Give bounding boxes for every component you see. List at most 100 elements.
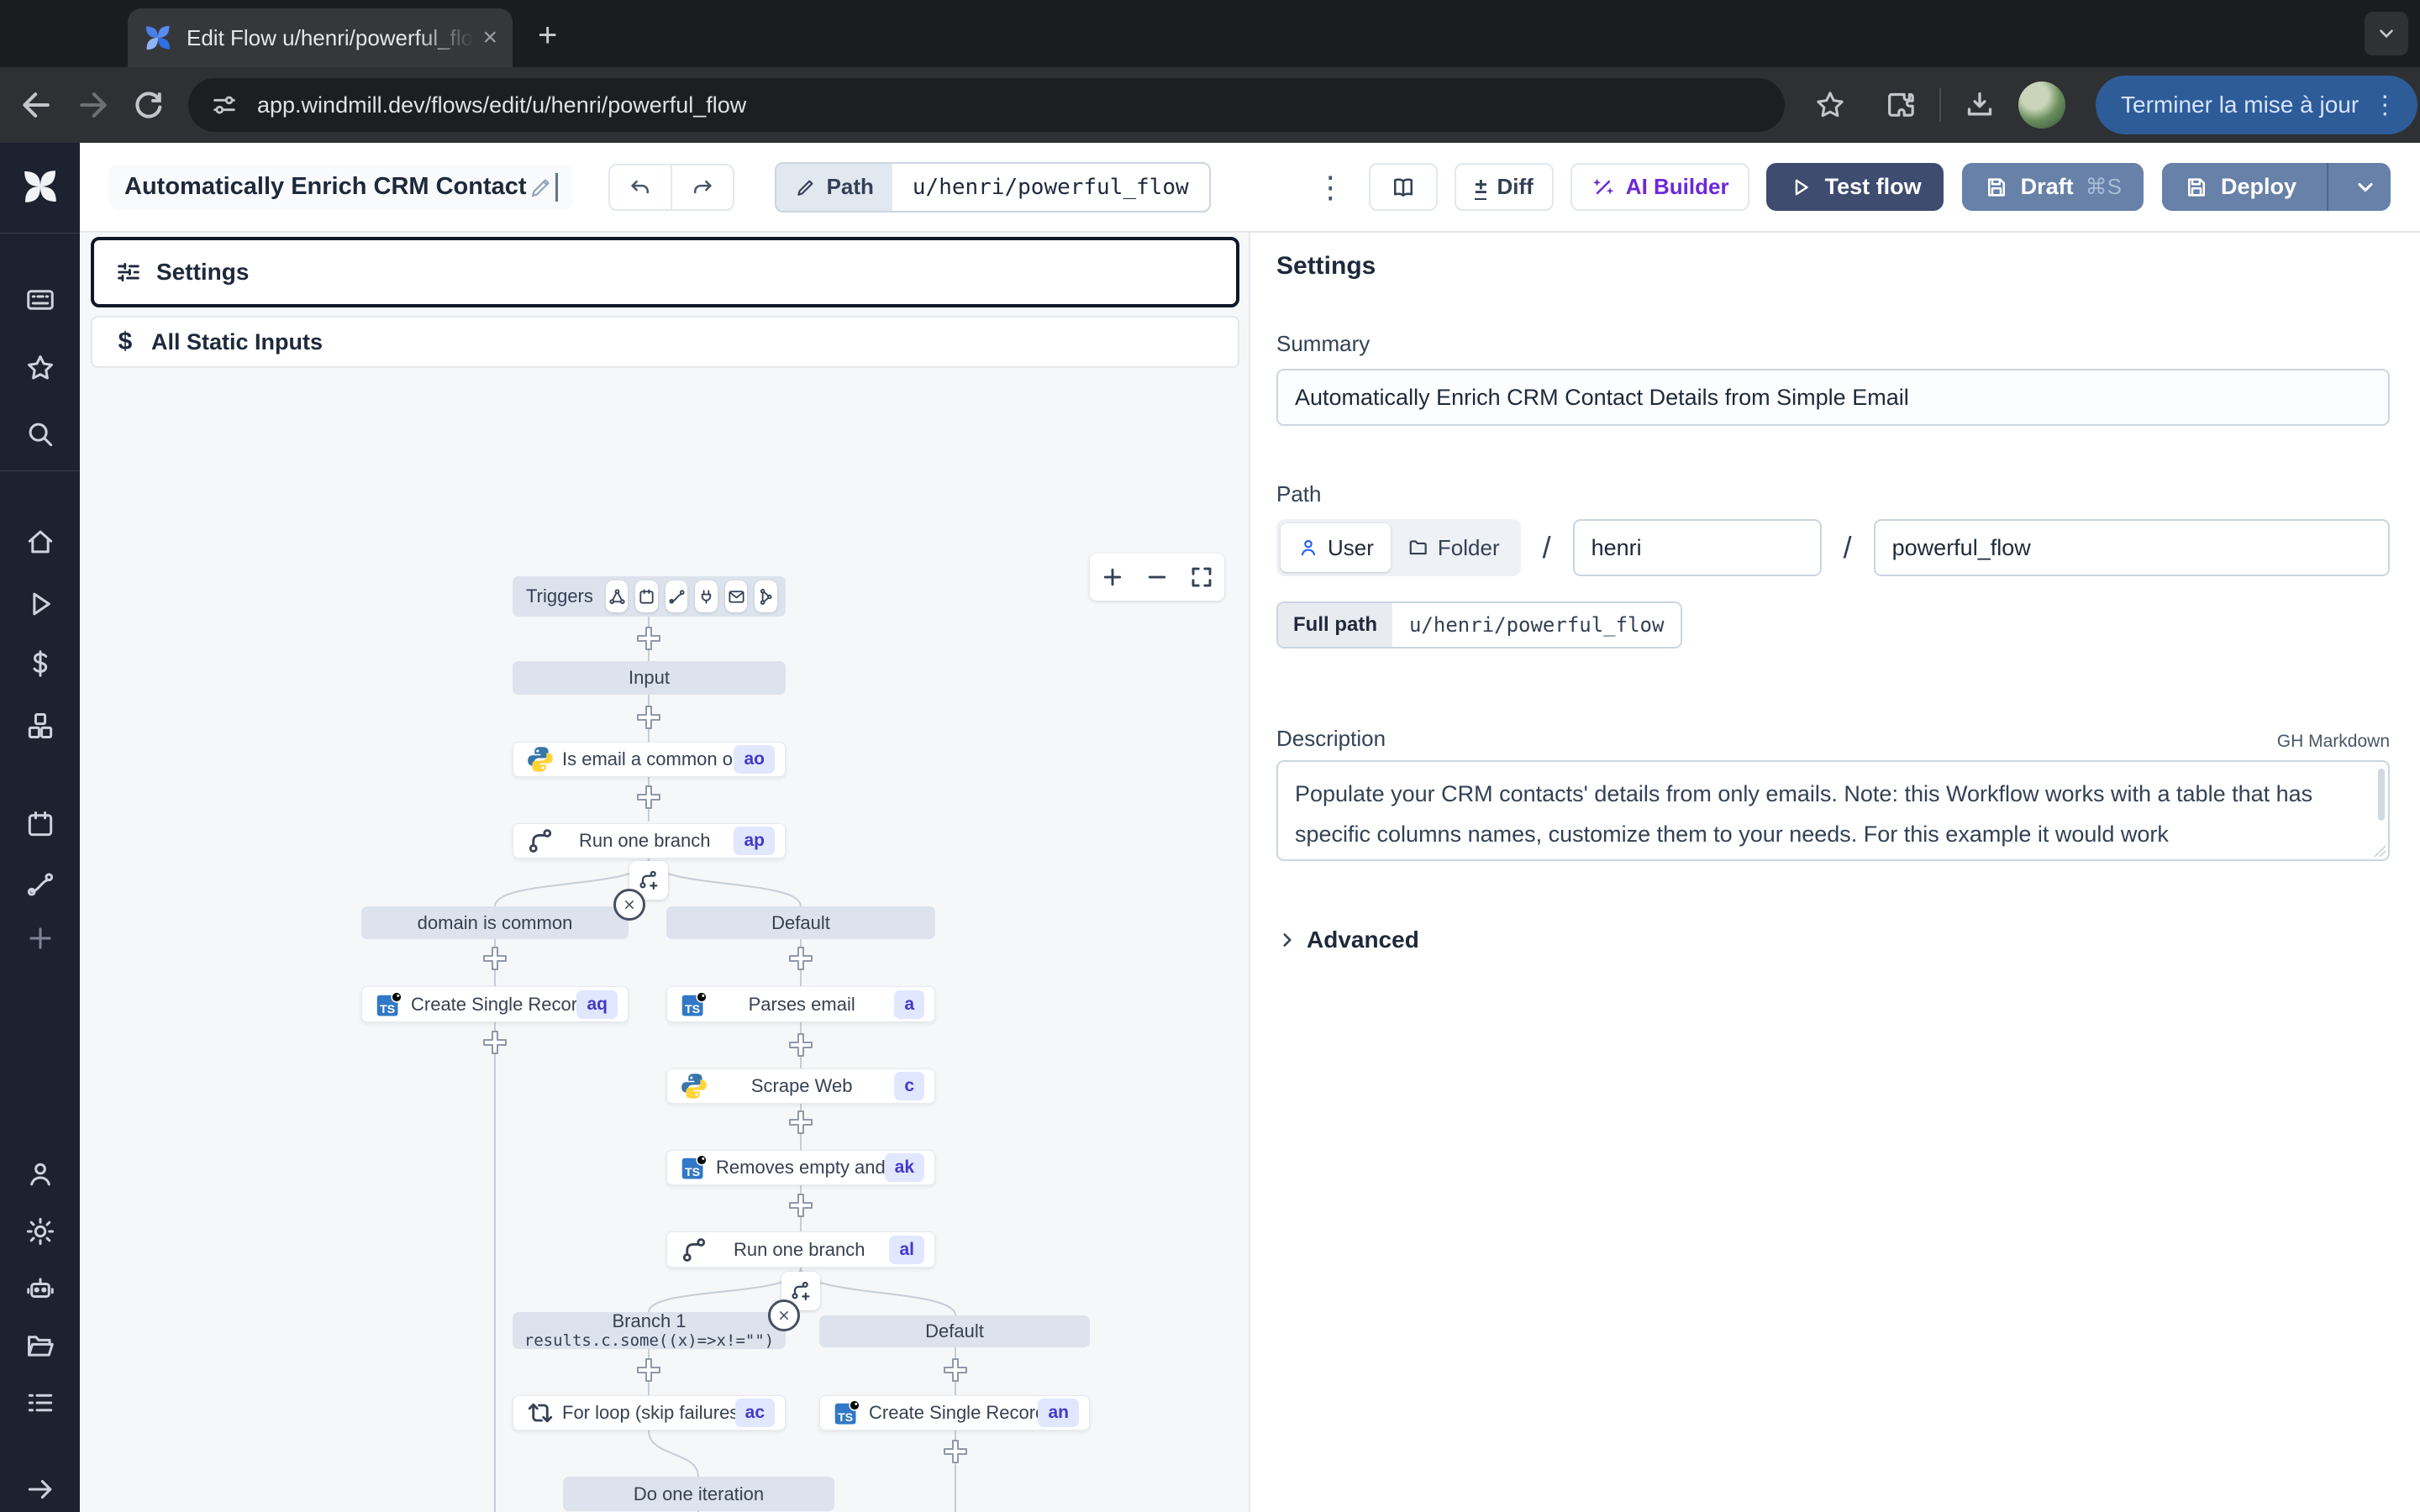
insert-step-plus-button[interactable] xyxy=(634,623,664,654)
flow-canvas[interactable]: Triggers Input Is email a common one?ao Run… xyxy=(80,375,1249,1512)
flow-node[interactable]: Branch 1results.c.some((x)=>x!="") xyxy=(513,1312,786,1349)
insert-step-plus-button[interactable] xyxy=(634,702,664,732)
path-user-input[interactable]: henri xyxy=(1573,519,1822,576)
sidebar-favorites-star-icon[interactable] xyxy=(24,352,56,384)
url-bar[interactable]: app.windmill.dev/flows/edit/u/henri/powe… xyxy=(188,78,1785,132)
insert-step-plus-button[interactable] xyxy=(786,1107,816,1137)
sidebar-add-plus-icon[interactable] xyxy=(24,922,56,954)
flow-node[interactable]: Triggers xyxy=(513,576,786,617)
extensions-puzzle-icon[interactable] xyxy=(1884,88,1918,122)
insert-step-plus-button[interactable] xyxy=(634,782,664,812)
insert-step-plus-button[interactable] xyxy=(786,1190,816,1221)
insert-step-plus-button[interactable] xyxy=(480,1027,510,1058)
flow-node[interactable]: Default xyxy=(666,906,935,939)
sidebar-ai-robot-icon[interactable] xyxy=(24,1273,56,1305)
markdown-hint: GH Markdown xyxy=(2277,732,2390,752)
scrollbar[interactable] xyxy=(2378,769,2385,821)
sidebar-logs-list-icon[interactable] xyxy=(24,1387,56,1419)
reload-icon[interactable] xyxy=(129,87,166,123)
node-id-badge: ak xyxy=(885,1153,924,1182)
back-icon[interactable] xyxy=(18,87,55,123)
insert-step-plus-button[interactable] xyxy=(480,943,510,974)
insert-step-plus-button[interactable] xyxy=(786,1030,816,1060)
node-label: Branch 1 xyxy=(612,1310,686,1331)
zoom-in-icon[interactable] xyxy=(1100,564,1125,590)
path-name-input[interactable]: powerful_flow xyxy=(1874,519,2390,576)
flow-node[interactable]: Default xyxy=(819,1315,1090,1347)
sidebar-expand-arrow-icon[interactable] xyxy=(24,1473,56,1505)
sidebar-settings-gear-icon[interactable] xyxy=(24,1215,56,1247)
route-icon[interactable] xyxy=(666,580,688,612)
flow-node[interactable]: Is email a common one?ao xyxy=(513,742,786,777)
insert-step-plus-button[interactable] xyxy=(940,1436,971,1467)
docs-book-button[interactable] xyxy=(1369,163,1438,211)
flow-node[interactable]: TSCreate Single Record (Airtable)an xyxy=(819,1395,1090,1431)
redo-button[interactable] xyxy=(671,165,733,209)
advanced-toggle[interactable]: Advanced xyxy=(1276,927,2390,953)
flow-node[interactable]: Input xyxy=(513,661,786,695)
branch-icon xyxy=(525,826,555,856)
sidebar-triggers-route-icon[interactable] xyxy=(24,869,56,900)
remove-branch-button[interactable] xyxy=(768,1299,800,1331)
forward-icon[interactable] xyxy=(74,87,111,123)
windmill-logo[interactable] xyxy=(20,166,60,207)
bookmark-star-icon[interactable] xyxy=(1813,88,1847,122)
chrome-update-button[interactable]: Terminer la mise à jour⋮ xyxy=(2096,76,2417,134)
summary-input[interactable]: Automatically Enrich CRM Contact Details… xyxy=(1276,369,2390,426)
flow-node[interactable]: Run one branchal xyxy=(666,1231,935,1268)
sidebar-resources-cubes-icon[interactable] xyxy=(24,710,56,742)
flow-node[interactable]: TSParses emaila xyxy=(666,986,935,1022)
settings-card[interactable]: Settings xyxy=(91,237,1239,307)
flow-title[interactable]: Automatically Enrich CRM Contact xyxy=(109,165,573,210)
folder-toggle[interactable]: Folder xyxy=(1391,523,1517,572)
path-chip[interactable]: Path u/henri/powerful_flow xyxy=(775,162,1211,213)
flow-node[interactable]: TSCreate Single Record (Airtable)aq xyxy=(361,986,629,1022)
flow-node[interactable]: For loop (skip failures)ac xyxy=(513,1395,786,1431)
zoom-out-icon[interactable] xyxy=(1144,564,1170,590)
remove-branch-button[interactable] xyxy=(613,889,645,921)
tab-search-chevron-icon[interactable] xyxy=(2365,12,2408,55)
undo-button[interactable] xyxy=(610,165,671,209)
site-controls-icon[interactable] xyxy=(210,91,239,119)
new-tab-button[interactable]: + xyxy=(538,18,557,52)
profile-avatar[interactable] xyxy=(2018,81,2065,129)
download-icon[interactable] xyxy=(1963,88,1996,122)
deploy-button[interactable]: Deploy xyxy=(2162,163,2391,211)
fit-view-icon[interactable] xyxy=(1189,564,1214,590)
sidebar-variables-dollar-icon[interactable] xyxy=(24,648,56,680)
resize-handle[interactable] xyxy=(2374,845,2386,857)
sidebar-runs-play-icon[interactable] xyxy=(24,588,56,620)
sidebar-search-icon[interactable] xyxy=(24,418,56,450)
node-label: Removes empty and duplicates xyxy=(709,1157,885,1179)
user-toggle[interactable]: User xyxy=(1281,523,1391,572)
sidebar-account-user-icon[interactable] xyxy=(24,1158,56,1190)
description-textarea[interactable]: Populate your CRM contacts' details from… xyxy=(1276,760,2390,861)
sidebar-folders-icon[interactable] xyxy=(24,1330,56,1362)
insert-step-plus-button[interactable] xyxy=(786,943,816,974)
kafka-icon[interactable] xyxy=(755,580,777,612)
tab-close-icon[interactable]: × xyxy=(482,24,497,52)
sidebar-workspace-icon[interactable] xyxy=(24,284,56,316)
webhook-icon[interactable] xyxy=(606,580,629,612)
flow-node[interactable]: Scrape Webc xyxy=(666,1068,935,1104)
schedule-icon[interactable] xyxy=(635,580,658,612)
flow-node[interactable]: Run one branchap xyxy=(513,823,786,858)
flow-node[interactable]: Do one iteration xyxy=(563,1477,834,1511)
insert-step-plus-button[interactable] xyxy=(940,1355,971,1385)
sidebar-home-icon[interactable] xyxy=(24,526,56,558)
diff-button[interactable]: ±Diff xyxy=(1455,163,1554,211)
email-icon[interactable] xyxy=(725,580,748,612)
all-static-inputs-card[interactable]: $ All Static Inputs xyxy=(91,316,1239,368)
sidebar-schedules-calendar-icon[interactable] xyxy=(24,808,56,840)
deploy-dropdown-chevron-icon[interactable] xyxy=(2340,176,2391,199)
draft-button[interactable]: Draft⌘S xyxy=(1962,163,2144,211)
browser-tab[interactable]: Edit Flow u/henri/powerful_flo × xyxy=(128,8,513,67)
flow-node[interactable]: domain is common xyxy=(361,906,629,939)
insert-step-plus-button[interactable] xyxy=(634,1355,664,1385)
test-flow-button[interactable]: Test flow xyxy=(1766,163,1944,211)
more-kebab-icon[interactable]: ⋮ xyxy=(2372,91,2399,120)
flow-node[interactable]: TSRemoves empty and duplicatesak xyxy=(666,1150,935,1185)
more-kebab-icon[interactable]: ⋮ xyxy=(1315,172,1345,202)
ai-builder-button[interactable]: AI Builder xyxy=(1570,163,1749,211)
plug-icon[interactable] xyxy=(695,580,718,612)
